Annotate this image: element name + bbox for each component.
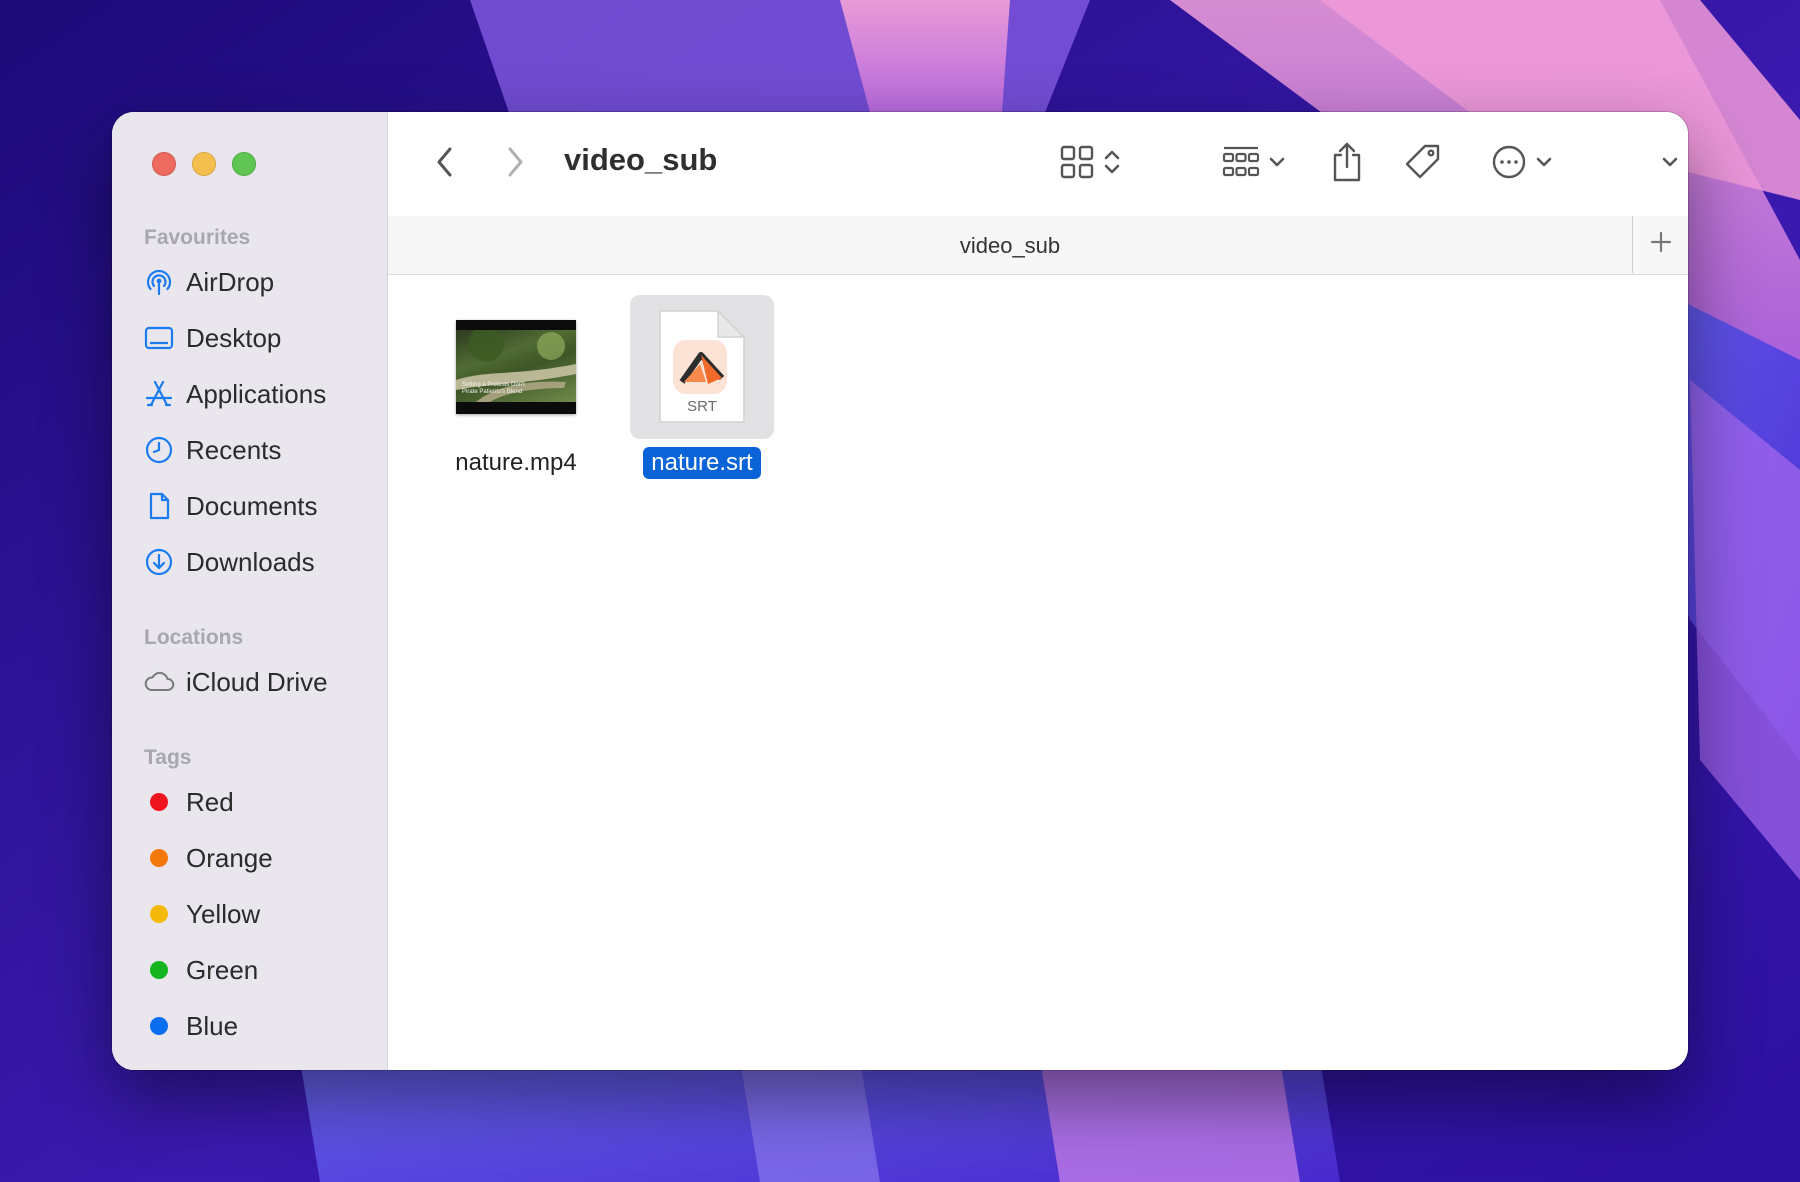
file-browser-area[interactable]: Setting a Protests Don't Pirate Patients… — [388, 275, 1688, 1070]
tab-video-sub[interactable]: video_sub — [388, 233, 1632, 259]
chevron-left-icon — [434, 145, 456, 184]
sidebar-item-airdrop[interactable]: AirDrop — [128, 258, 373, 306]
file-name[interactable]: nature.srt — [643, 447, 761, 479]
tab-bar: video_sub — [388, 216, 1688, 275]
chevron-down-icon — [1661, 155, 1679, 174]
tag-color-icon — [142, 841, 176, 875]
sidebar-tag-yellow[interactable]: Yellow — [128, 890, 373, 938]
sidebar-item-downloads[interactable]: Downloads — [128, 538, 373, 586]
sidebar-item-applications[interactable]: Applications — [128, 370, 373, 418]
video-thumbnail: Setting a Protests Don't Pirate Patients… — [456, 320, 576, 414]
share-icon — [1330, 141, 1364, 188]
document-icon — [142, 489, 176, 523]
file-thumbnail: SRT — [630, 295, 774, 439]
file-name[interactable]: nature.mp4 — [447, 447, 584, 479]
sidebar-tag-blue[interactable]: Blue — [128, 1002, 373, 1050]
srt-document-icon: SRT — [659, 310, 745, 423]
tags-section-title: Tags — [144, 746, 192, 769]
toolbar: video_sub — [388, 112, 1688, 216]
sidebar-item-label: Green — [186, 954, 259, 985]
file-item-nature-srt[interactable]: SRT nature.srt — [622, 295, 782, 479]
airdrop-icon — [142, 265, 176, 299]
file-thumbnail: Setting a Protests Don't Pirate Patients… — [444, 295, 588, 439]
share-button[interactable] — [1322, 138, 1372, 190]
download-icon — [142, 545, 176, 579]
locations-section-title: Locations — [144, 626, 244, 649]
group-by-button[interactable] — [1214, 140, 1294, 188]
clock-icon — [142, 433, 176, 467]
sidebar-item-label: Desktop — [186, 322, 282, 353]
plus-icon — [1650, 231, 1672, 258]
view-mode-button[interactable] — [1050, 140, 1130, 188]
icon-grid-icon — [1059, 144, 1095, 185]
file-type-badge: SRT — [687, 398, 717, 415]
sidebar-tag-red[interactable]: Red — [128, 778, 373, 826]
close-window-button[interactable] — [152, 152, 176, 176]
tags-button[interactable] — [1398, 140, 1448, 188]
sidebar-tag-orange[interactable]: Orange — [128, 834, 373, 882]
desktop-icon — [142, 321, 176, 355]
cloud-icon — [142, 665, 176, 699]
sidebar-item-recents[interactable]: Recents — [128, 426, 373, 474]
zoom-window-button[interactable] — [232, 152, 256, 176]
sidebar-item-label: Red — [186, 786, 234, 817]
chevron-right-icon — [504, 145, 526, 184]
tag-icon — [1403, 142, 1443, 187]
toolbar-overflow-button[interactable] — [1650, 142, 1688, 186]
minimize-window-button[interactable] — [192, 152, 216, 176]
file-item-nature-mp4[interactable]: Setting a Protests Don't Pirate Patients… — [436, 295, 596, 479]
tag-color-icon — [142, 953, 176, 987]
sidebar-item-label: Recents — [186, 434, 282, 465]
sidebar-item-label: iCloud Drive — [186, 666, 328, 697]
favourites-section-title: Favourites — [144, 226, 251, 249]
folder-title: video_sub — [564, 142, 718, 177]
sidebar-item-label: Blue — [186, 1010, 239, 1041]
sidebar-item-label: Documents — [186, 490, 318, 521]
sidebar-item-documents[interactable]: Documents — [128, 482, 373, 530]
applications-icon — [142, 377, 176, 411]
tag-color-icon — [142, 897, 176, 931]
ellipsis-circle-icon — [1491, 144, 1527, 185]
finder-window: Favourites AirDrop Desktop Applications … — [112, 112, 1688, 1070]
sidebar-item-label: AirDrop — [186, 266, 275, 297]
sidebar-item-label: Downloads — [186, 546, 315, 577]
group-grid-icon — [1222, 144, 1260, 185]
sidebar-item-label: Orange — [186, 842, 273, 873]
new-tab-button[interactable] — [1632, 216, 1688, 273]
sidebar-item-label: Yellow — [186, 898, 261, 929]
video-thumbnail-caption: Setting a Protests Don't Pirate Patients… — [462, 382, 525, 395]
sidebar: Favourites AirDrop Desktop Applications … — [112, 112, 388, 1070]
more-actions-button[interactable] — [1482, 140, 1562, 188]
tag-color-icon — [142, 785, 176, 819]
chevron-down-icon — [1535, 155, 1553, 174]
updown-chevron-icon — [1103, 147, 1121, 182]
chevron-down-icon — [1268, 155, 1286, 174]
sidebar-item-desktop[interactable]: Desktop — [128, 314, 373, 362]
sidebar-item-icloud-drive[interactable]: iCloud Drive — [128, 658, 373, 706]
sidebar-tag-green[interactable]: Green — [128, 946, 373, 994]
tag-color-icon — [142, 1009, 176, 1043]
forward-button[interactable] — [492, 142, 538, 186]
back-button[interactable] — [422, 142, 468, 186]
sidebar-item-label: Applications — [186, 378, 327, 409]
